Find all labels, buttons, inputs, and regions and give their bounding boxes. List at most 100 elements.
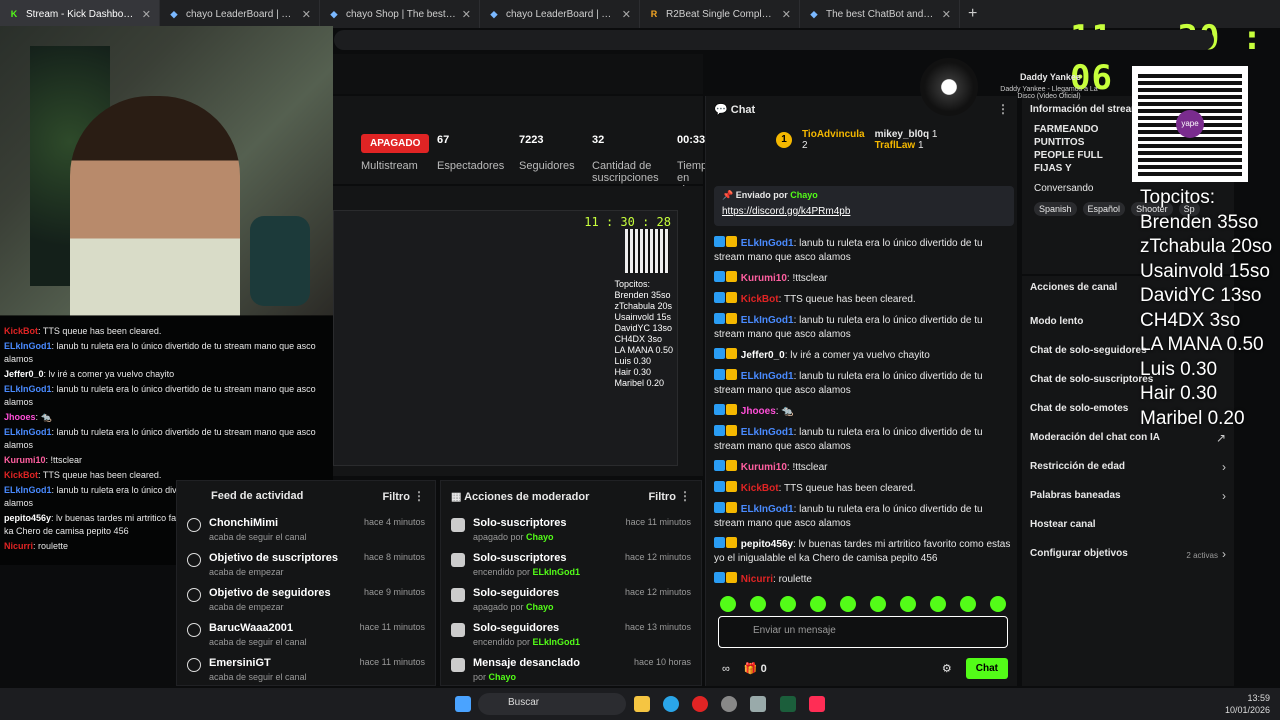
emote-icon[interactable] xyxy=(840,596,856,612)
taskbar-search[interactable]: Buscar xyxy=(478,693,626,715)
channel-action-right: ↗ xyxy=(1216,431,1226,445)
more-icon[interactable]: ⋮ xyxy=(679,489,691,503)
gifter-1[interactable]: TioAdvincula 2 xyxy=(802,129,865,151)
browser-tab[interactable]: ◆ chayo Shop | The best ChatBot and ✕ xyxy=(320,0,480,28)
mod-action-item[interactable]: Mensaje desanclado por Chayo hace 10 horas xyxy=(441,651,701,686)
mod-action-item[interactable]: Solo-suscriptores encendido por ELkInGod1… xyxy=(441,546,701,581)
chat-username[interactable]: ELkInGod1 xyxy=(741,315,794,326)
channel-action-item[interactable]: Hostear canal xyxy=(1022,510,1234,539)
browser-tab[interactable]: ◆ The best ChatBot and Widgets for ✕ xyxy=(800,0,960,28)
channel-action-item[interactable]: Restricción de edad › xyxy=(1022,452,1234,481)
system-tray-clock[interactable]: 13:59 10/01/2026 xyxy=(1225,692,1270,716)
chat-input[interactable]: Enviar un mensaje xyxy=(718,616,1008,648)
file-explorer-icon[interactable] xyxy=(634,696,650,712)
overlay-chat-line: Jhooes: 🐀 xyxy=(4,411,329,424)
activity-text: EmersiniGT acaba de seguir el canal xyxy=(209,657,352,682)
now-playing-widget: Daddy Yankee Daddy Yankee - Llegamos a L… xyxy=(920,58,1130,118)
browser-tab[interactable]: ◆ chayo LeaderBoard | The best Chat ✕ xyxy=(160,0,320,28)
stream-stats-bar: APAGADO Multistream 67 Espectadores 7223 S… xyxy=(333,96,705,196)
emote-icon[interactable] xyxy=(810,596,826,612)
infinity-icon[interactable]: ∞ xyxy=(722,663,730,675)
obs-icon[interactable] xyxy=(721,696,737,712)
close-icon[interactable]: ✕ xyxy=(942,8,951,21)
channel-action-item[interactable]: Palabras baneadas › xyxy=(1022,481,1234,510)
stream-tag[interactable]: Español xyxy=(1082,202,1126,216)
activity-item[interactable]: BarucWaaa2001 acaba de seguir el canal hac… xyxy=(177,616,435,651)
emote-icon[interactable] xyxy=(900,596,916,612)
chat-username: ELkInGod1 xyxy=(4,384,52,394)
now-playing-artist: Daddy Yankee xyxy=(1020,72,1081,82)
close-icon[interactable]: ✕ xyxy=(462,8,471,21)
chat-text: : TTS queue has been cleared. xyxy=(38,326,162,336)
send-chat-button[interactable]: Chat xyxy=(965,658,1008,679)
close-icon[interactable]: ✕ xyxy=(302,8,311,21)
browser-tab[interactable]: K Stream - Kick Dashboard ✕ xyxy=(0,0,160,28)
close-icon[interactable]: ✕ xyxy=(142,8,151,21)
mod-action-item[interactable]: Solo-seguidores encendido por ELkInGod1 ha… xyxy=(441,616,701,651)
tiktok-icon[interactable] xyxy=(809,696,825,712)
more-icon[interactable]: ⋮ xyxy=(413,489,425,503)
stream-preview[interactable]: 11 : 30 : 28 Topcitos: Brenden 35so zTch… xyxy=(333,186,703,476)
settings-icon[interactable] xyxy=(750,696,766,712)
new-tab-icon[interactable]: + xyxy=(968,5,977,23)
emote-icon[interactable] xyxy=(780,596,796,612)
gear-icon[interactable]: ⚙ xyxy=(942,662,952,675)
chat-username[interactable]: pepito456y xyxy=(741,539,793,550)
chat-username[interactable]: Kurumi10 xyxy=(741,462,787,473)
pinned-link[interactable]: https://discord.gg/k4PRm4pb xyxy=(722,206,1006,217)
chat-username[interactable]: Jhooes xyxy=(741,406,776,417)
activity-item[interactable]: Objetivo de seguidores acaba de empezar ha… xyxy=(177,581,435,616)
close-icon[interactable]: ✕ xyxy=(782,8,791,21)
mod-badge-icon xyxy=(714,292,725,303)
address-bar[interactable] xyxy=(334,30,1214,50)
overlay-chat-line: Jeffer0_0: lv iré a comer ya vuelvo chay… xyxy=(4,368,329,381)
chat-message: ELkInGod1: lanub tu ruleta era lo único … xyxy=(714,502,1014,531)
chat-messages: ELkInGod1: lanub tu ruleta era lo único … xyxy=(714,236,1014,586)
mod-action-text: Solo-suscriptores encendido por ELkInGod1 xyxy=(473,552,617,577)
chat-username[interactable]: ELkInGod1 xyxy=(741,238,794,249)
chat-text: : lv iré a comer ya vuelvo chayito xyxy=(784,350,930,361)
chevron-right-icon: › xyxy=(1222,546,1226,561)
gift-leaderboard: 1 TioAdvincula 2 mikey_bl0q 1 TraflLaw 1 xyxy=(706,122,1017,158)
emote-icon[interactable] xyxy=(960,596,976,612)
emote-icon[interactable] xyxy=(750,596,766,612)
kps-icon[interactable] xyxy=(780,696,796,712)
stream-tag[interactable]: Spanish xyxy=(1034,202,1077,216)
chat-username[interactable]: ELkInGod1 xyxy=(741,427,794,438)
heart-icon xyxy=(187,623,201,637)
chat-username[interactable]: KickBot xyxy=(741,483,779,494)
activity-item[interactable]: ChonchiMimi acaba de seguir el canal hace … xyxy=(177,511,435,546)
chat-username[interactable]: ELkInGod1 xyxy=(741,504,794,515)
windows-start-icon[interactable] xyxy=(455,696,471,712)
dashboard-header xyxy=(333,54,703,94)
chat-username[interactable]: KickBot xyxy=(741,294,779,305)
activity-filter-button[interactable]: Filtro xyxy=(382,491,410,503)
activity-item[interactable]: Objetivo de suscriptores acaba de empezar… xyxy=(177,546,435,581)
activity-item[interactable]: EmersiniGT acaba de seguir el canal hace 1… xyxy=(177,651,435,686)
emote-icon[interactable] xyxy=(870,596,886,612)
emote-icon[interactable] xyxy=(720,596,736,612)
tab-label: chayo Shop | The best ChatBot and xyxy=(346,8,456,20)
close-icon[interactable]: ✕ xyxy=(622,8,631,21)
browser-tab[interactable]: R R2Beat Single Completo 2023 - Ju ✕ xyxy=(640,0,800,28)
gift-icon[interactable]: 🎁 0 xyxy=(744,662,767,675)
opera-icon[interactable] xyxy=(692,696,708,712)
multistream-label[interactable]: Multistream xyxy=(361,160,418,172)
gifter-2[interactable]: mikey_bl0q 1 TraflLaw 1 xyxy=(875,129,938,151)
chat-username: pepito456y xyxy=(4,513,52,523)
mod-action-item[interactable]: Solo-suscriptores apagado por Chayo hace 1… xyxy=(441,511,701,546)
mod-badge-icon xyxy=(714,236,725,247)
chat-username[interactable]: Jeffer0_0 xyxy=(741,350,785,361)
edge-icon[interactable] xyxy=(663,696,679,712)
channel-action-item[interactable]: Configurar objetivos 2 activas › xyxy=(1022,539,1234,568)
chat-username[interactable]: Nicurri xyxy=(741,574,773,585)
chat-username[interactable]: ELkInGod1 xyxy=(741,371,794,382)
stat-viewers: 67 Espectadores xyxy=(437,134,505,172)
browser-tab[interactable]: ◆ chayo LeaderBoard | The best Cha ✕ xyxy=(480,0,640,28)
mod-filter-button[interactable]: Filtro xyxy=(648,491,676,503)
mod-action-title: Solo-seguidores xyxy=(473,622,560,634)
emote-icon[interactable] xyxy=(990,596,1006,612)
emote-icon[interactable] xyxy=(930,596,946,612)
mod-action-item[interactable]: Solo-seguidores apagado por Chayo hace 12 … xyxy=(441,581,701,616)
chat-username[interactable]: Kurumi10 xyxy=(741,273,787,284)
